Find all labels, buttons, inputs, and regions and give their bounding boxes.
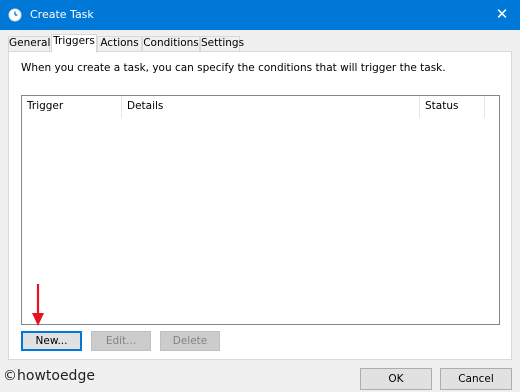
close-icon: ✕ — [495, 5, 509, 23]
triggers-list[interactable]: Trigger Details Status — [21, 95, 500, 325]
column-header-details[interactable]: Details — [122, 96, 420, 118]
triggers-panel: When you create a task, you can specify … — [8, 51, 512, 360]
edit-button[interactable]: Edit... — [91, 331, 151, 351]
clock-icon — [8, 8, 22, 22]
tab-actions[interactable]: Actions — [97, 36, 142, 52]
column-header-status[interactable]: Status — [420, 96, 485, 118]
tab-settings[interactable]: Settings — [200, 36, 244, 52]
tab-triggers[interactable]: Triggers — [51, 34, 97, 53]
ok-button[interactable]: OK — [360, 368, 432, 390]
tab-general[interactable]: General — [8, 36, 50, 52]
new-button[interactable]: New... — [21, 331, 82, 351]
list-header: Trigger Details Status — [22, 96, 499, 118]
delete-button[interactable]: Delete — [160, 331, 220, 351]
red-arrow-annotation — [32, 284, 44, 326]
info-text: When you create a task, you can specify … — [21, 62, 446, 74]
watermark: ©howtoedge — [3, 368, 95, 384]
column-header-trigger[interactable]: Trigger — [22, 96, 122, 118]
window-title: Create Task — [30, 8, 94, 21]
close-button[interactable]: ✕ — [484, 0, 520, 30]
cancel-button[interactable]: Cancel — [440, 368, 512, 390]
tab-conditions[interactable]: Conditions — [142, 36, 200, 52]
title-bar: Create Task ✕ — [0, 0, 520, 30]
